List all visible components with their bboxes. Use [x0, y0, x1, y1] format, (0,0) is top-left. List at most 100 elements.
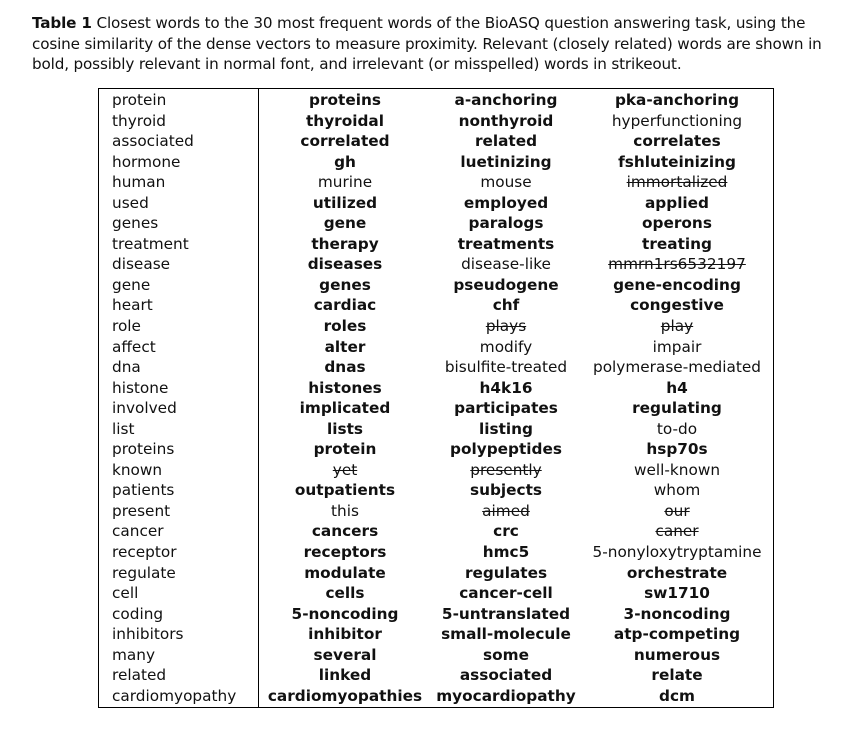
neighbor-cell: 5-noncoding: [259, 604, 432, 625]
neighbor-cell: orchestrate: [581, 563, 774, 584]
query-word: protein: [98, 88, 259, 111]
neighbor-cell: hyperfunctioning: [581, 111, 774, 132]
query-word: heart: [98, 295, 259, 317]
neighbor-cell: operons: [581, 213, 774, 234]
neighbor-word-bold: 5-noncoding: [291, 604, 399, 623]
neighbor-word-bold: pseudogene: [453, 275, 559, 294]
neighbor-word-bold: participates: [454, 399, 558, 418]
neighbor-cell: h4: [581, 378, 774, 399]
neighbor-word-bold: genes: [319, 275, 371, 294]
neighbor-word-strike: aimed: [482, 501, 530, 520]
query-word: regulate: [98, 562, 259, 584]
query-word: histone: [98, 377, 259, 399]
table-row: human murine mouse immortalized: [98, 172, 774, 193]
query-word: receptor: [98, 542, 259, 563]
table-row: coding 5-noncoding 5-untranslated 3-noncodi…: [98, 603, 774, 625]
neighbor-cell: pka-anchoring: [581, 89, 774, 111]
table-row: treatment therapy treatments treating: [98, 233, 774, 255]
table-row: role roles plays play: [98, 316, 774, 337]
neighbor-cell: dcm: [581, 686, 774, 708]
neighbor-cell: well-known: [581, 460, 774, 481]
neighbor-cell: associated: [431, 665, 581, 686]
neighbor-cell: mouse: [431, 172, 581, 193]
table-row: inhibitors inhibitor small-molecule atp-com…: [98, 624, 774, 645]
query-word: hormone: [98, 151, 259, 173]
neighbor-word-bold: cancer-cell: [459, 584, 553, 603]
neighbor-word-bold: 5-untranslated: [441, 604, 571, 623]
neighbor-cell: 5-nonyloxytryptamine: [581, 542, 774, 563]
neighbor-word-bold: nonthyroid: [458, 111, 554, 130]
query-word: dna: [98, 357, 259, 378]
neighbor-cell: cancers: [259, 521, 432, 542]
neighbor-cell: cardiac: [259, 295, 432, 316]
neighbor-word-normal: hyperfunctioning: [611, 111, 743, 130]
neighbor-word-bold: 3-noncoding: [623, 604, 731, 623]
query-word: used: [98, 192, 259, 214]
neighbor-word-bold: gene: [323, 214, 367, 233]
neighbor-word-normal: disease-like: [461, 255, 551, 274]
neighbor-cell: correlates: [581, 131, 774, 152]
neighbor-word-bold: hsp70s: [646, 440, 708, 459]
neighbor-word-normal: this: [331, 501, 359, 520]
query-word: coding: [98, 603, 259, 625]
neighbor-cell: polypeptides: [431, 439, 581, 460]
query-word: associated: [98, 131, 259, 152]
neighbor-cell: protein: [259, 439, 432, 460]
neighbor-word-bold: a-anchoring: [454, 91, 558, 109]
neighbor-cell: numerous: [581, 645, 774, 666]
table-row: receptor receptors hmc5 5-nonyloxytryptamin…: [98, 542, 774, 563]
neighbor-cell: paralogs: [431, 213, 581, 234]
neighbor-cell: impair: [581, 337, 774, 358]
neighbor-word-bold: sw1710: [644, 584, 710, 603]
neighbor-word-strike: presently: [470, 460, 542, 479]
table-caption: Table 1 Closest words to the 30 most fre…: [32, 13, 847, 75]
table-row: known yet presently well-known: [98, 459, 774, 481]
query-word: cancer: [98, 521, 259, 543]
table-row: involved implicated participates regulating: [98, 398, 774, 419]
neighbor-word-bold: congestive: [630, 296, 724, 315]
neighbor-word-bold: histones: [308, 378, 382, 397]
neighbor-cell: gene: [259, 213, 432, 234]
query-word: gene: [98, 274, 259, 296]
neighbor-cell: histones: [259, 378, 432, 399]
table-row: present this aimed our: [98, 500, 774, 522]
neighbor-word-normal: whom: [653, 481, 701, 500]
query-word: present: [98, 500, 259, 522]
query-word: human: [98, 172, 259, 193]
neighbor-cell: gene-encoding: [581, 275, 774, 296]
neighbor-word-strike: yet: [332, 460, 358, 479]
neighbor-cell: dnas: [259, 357, 432, 378]
neighbor-cell: chf: [431, 295, 581, 316]
neighbor-word-bold: correlates: [633, 132, 721, 151]
neighbor-word-bold: listing: [479, 419, 533, 438]
neighbor-cell: regulating: [581, 398, 774, 419]
table-row: many several some numerous: [98, 644, 774, 666]
neighbor-word-bold: protein: [313, 440, 377, 459]
table-row: used utilized employed applied: [98, 192, 774, 214]
query-word: involved: [98, 398, 259, 419]
neighbor-cell: linked: [259, 665, 432, 686]
query-word: many: [98, 644, 259, 666]
query-word: known: [98, 459, 259, 481]
neighbor-word-normal: bisulfite-treated: [444, 358, 568, 377]
neighbor-word-bold: paralogs: [468, 214, 544, 233]
neighbor-word-bold: cancers: [311, 522, 379, 541]
neighbor-cell: murine: [259, 172, 432, 193]
table-row: affect alter modify impair: [98, 336, 774, 358]
neighbor-word-bold: small-molecule: [441, 625, 571, 644]
neighbor-cell: 3-noncoding: [581, 604, 774, 625]
neighbor-cell: congestive: [581, 295, 774, 316]
neighbor-word-bold: applied: [644, 193, 710, 212]
table-row: genes gene paralogs operons: [98, 213, 774, 234]
neighbor-cell: related: [431, 131, 581, 152]
neighbor-word-bold: linked: [318, 666, 372, 685]
neighbor-cell: participates: [431, 398, 581, 419]
neighbor-cell: roles: [259, 316, 432, 337]
neighbor-word-bold: treatments: [457, 234, 555, 253]
neighbor-cell: bisulfite-treated: [431, 357, 581, 378]
neighbor-word-bold: h4k16: [479, 378, 533, 397]
neighbor-word-bold: inhibitor: [308, 625, 382, 644]
neighbor-word-strike: plays: [485, 317, 527, 336]
neighbor-cell: to-do: [581, 419, 774, 440]
neighbor-cell: treating: [581, 234, 774, 255]
